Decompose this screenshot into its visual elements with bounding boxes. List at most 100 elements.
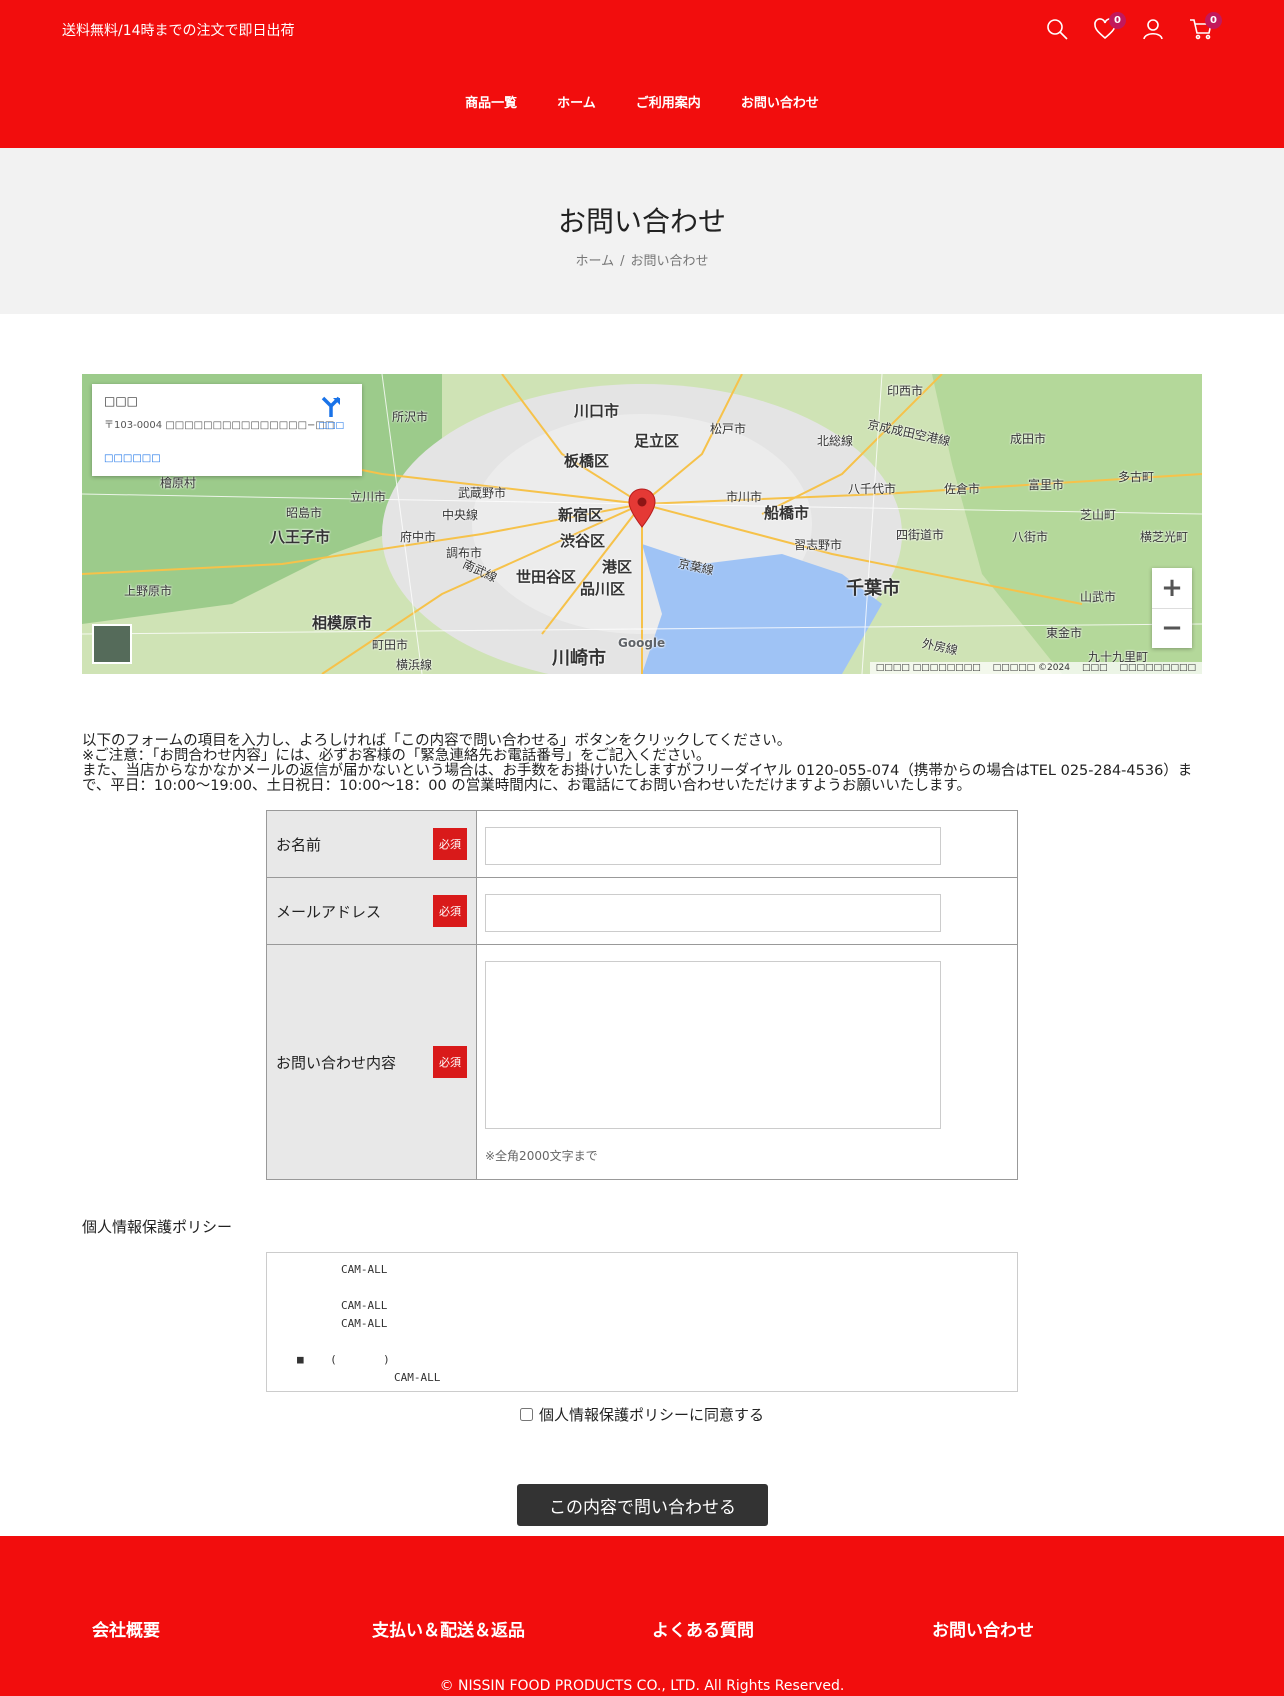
map-place: 武蔵野市 (458, 486, 507, 500)
page-title-area: お問い合わせ ホーム / お問い合わせ (0, 148, 1284, 314)
wishlist-count-badge: 0 (1109, 12, 1126, 29)
policy-line: ■ ( ) (297, 1353, 390, 1366)
nav-contact[interactable]: お問い合わせ (741, 92, 819, 111)
form-row-name: お名前 必須 (267, 811, 1017, 878)
map-larger-link[interactable]: □□□□□□ (104, 453, 350, 464)
map-place: 北総線 (817, 434, 854, 448)
map-place: 立川市 (350, 490, 387, 504)
map-place: 板橋区 (564, 452, 610, 470)
map-report-link[interactable]: □□□□□□□□□ (1119, 663, 1196, 673)
map-place: 昭島市 (286, 506, 323, 520)
required-badge: 必須 (433, 828, 467, 860)
map-place: 市川市 (726, 490, 763, 504)
announcement-text: 送料無料/14時までの注文で即日出荷 (62, 23, 295, 39)
zoom-out-button[interactable]: − (1152, 609, 1192, 649)
map-place: 四街道市 (896, 528, 945, 542)
policy-line: CAM-ALL (341, 1263, 388, 1276)
map-place: 川崎市 (552, 648, 606, 669)
map-place: 山武市 (1080, 590, 1117, 604)
map-attribution: □□□□ □□□□□□□□ □□□□□ ©2024 □□□ □□□□□□□□□ (869, 662, 1202, 674)
contact-form: お名前 必須 メールアドレス 必須 お問い合わせ内容 必須 ※全角2000文字ま… (266, 810, 1018, 1180)
map-place: 世田谷区 (516, 568, 577, 586)
map-place: 佐倉市 (944, 482, 981, 496)
map-place: 松戸市 (710, 422, 747, 436)
map-place: 富里市 (1028, 478, 1065, 492)
nav-products[interactable]: 商品一覧 (465, 92, 517, 111)
map-directions-button[interactable]: □□□ (318, 396, 344, 431)
intro-line-3: また、当店からなかなかメールの返信が届かないという場合は、お手数をお掛けいたしま… (82, 763, 1193, 794)
nav-home[interactable]: ホーム (557, 92, 596, 111)
footer-columns: 会社概要 支払い＆配送＆返品 よくある質問 お問い合わせ (92, 1616, 1212, 1641)
policy-agree-checkbox[interactable] (519, 1408, 533, 1421)
wishlist-heart-icon[interactable]: 0 (1088, 12, 1126, 44)
map-marker-icon[interactable] (628, 488, 656, 528)
map-place: 中央線 (442, 508, 479, 522)
policy-line: CAM-ALL (341, 1371, 441, 1384)
map-shortcuts-link[interactable]: □□□□ □□□□□□□□ (876, 663, 981, 673)
map-place: 習志野市 (794, 538, 843, 552)
email-input[interactable] (485, 894, 941, 932)
form-row-email: メールアドレス 必須 (267, 878, 1017, 945)
footer-payment-link[interactable]: 支払い＆配送＆返品 (372, 1616, 652, 1641)
google-map[interactable]: 所沢市 川口市 足立区 松戸市 印西市 成田市 板橋区 北総線 京成成田空港線 … (82, 374, 1202, 674)
zoom-in-button[interactable]: + (1152, 568, 1192, 609)
footer-contact-link[interactable]: お問い合わせ (932, 1616, 1212, 1641)
map-place: 港区 (602, 558, 633, 576)
map-info-window: □□□ 〒103-0004 □□□□□□□□□□□□□□□−□□ □□□□□□ … (92, 384, 362, 476)
map-place: 多古町 (1118, 470, 1155, 484)
breadcrumb: ホーム / お問い合わせ (0, 250, 1284, 269)
intro-text: 以下のフォームの項目を入力し、よろしければ「この内容で問い合わせる」ボタンをクリ… (82, 734, 1202, 794)
policy-text-box[interactable]: CAM-ALL CAM-ALL CAM-ALL ■ ( ) CAM-ALL (266, 1252, 1018, 1392)
policy-agree-label[interactable]: 個人情報保護ポリシーに同意する (539, 1404, 764, 1425)
map-place: 檜原村 (160, 476, 197, 490)
google-logo: Google (618, 636, 666, 650)
user-account-icon[interactable] (1136, 14, 1170, 44)
breadcrumb-home[interactable]: ホーム (575, 254, 614, 269)
map-place: 上野原市 (124, 584, 173, 598)
main-nav: 商品一覧 ホーム ご利用案内 お問い合わせ (0, 92, 1284, 111)
map-place: 所沢市 (392, 410, 429, 424)
submit-button[interactable]: この内容で問い合わせる (517, 1484, 768, 1526)
map-place: 船橋市 (764, 504, 810, 522)
nav-guide[interactable]: ご利用案内 (636, 92, 701, 111)
map-place: 八王子市 (270, 528, 331, 546)
intro-line-1: 以下のフォームの項目を入力し、よろしければ「この内容で問い合わせる」ボタンをクリ… (82, 733, 792, 749)
policy-line (297, 1335, 987, 1353)
map-satellite-toggle[interactable] (92, 624, 132, 664)
policy-line (297, 1281, 987, 1299)
map-place: 八千代市 (848, 482, 897, 496)
map-place: 芝山町 (1080, 508, 1117, 522)
map-place: 府中市 (400, 530, 437, 544)
directions-icon (321, 396, 341, 417)
breadcrumb-separator: / (620, 254, 625, 269)
map-place: 渋谷区 (560, 532, 606, 550)
map-place: 調布市 (446, 546, 483, 560)
map-place: 町田市 (372, 638, 409, 652)
policy-line: CAM-ALL (341, 1299, 388, 1312)
map-place: 品川区 (580, 580, 626, 598)
site-footer: 会社概要 支払い＆配送＆返品 よくある質問 お問い合わせ © NISSIN FO… (0, 1536, 1284, 1696)
page-title: お問い合わせ (557, 205, 726, 238)
required-badge: 必須 (433, 1046, 467, 1078)
name-input[interactable] (485, 827, 941, 865)
cart-count-badge: 0 (1205, 12, 1222, 29)
map-info-address: 〒103-0004 □□□□□□□□□□□□□□□−□□ (104, 420, 335, 431)
map-terms-link[interactable]: □□□ (1082, 663, 1108, 673)
map-place: 印西市 (887, 384, 924, 398)
site-header: 送料無料/14時までの注文で即日出荷 0 0 商品一覧 ホーム ご利用案内 お問… (0, 0, 1284, 148)
message-textarea[interactable] (485, 961, 941, 1129)
cart-icon[interactable]: 0 (1184, 12, 1222, 44)
map-place: 川口市 (574, 402, 620, 420)
footer-company-link[interactable]: 会社概要 (92, 1616, 372, 1641)
footer-faq-link[interactable]: よくある質問 (652, 1616, 932, 1641)
map-data-text: □□□□□ ©2024 (992, 663, 1070, 673)
email-label-text: メールアドレス (276, 902, 382, 921)
map-place: 東金市 (1046, 626, 1083, 640)
map-place: 新宿区 (558, 506, 604, 524)
required-badge: 必須 (433, 895, 467, 927)
map-info-title: □□□ (104, 394, 139, 408)
breadcrumb-current: お問い合わせ (630, 254, 709, 269)
policy-line: CAM-ALL (341, 1317, 388, 1330)
search-icon[interactable] (1040, 14, 1074, 44)
policy-agree: 個人情報保護ポリシーに同意する (0, 1404, 1284, 1425)
